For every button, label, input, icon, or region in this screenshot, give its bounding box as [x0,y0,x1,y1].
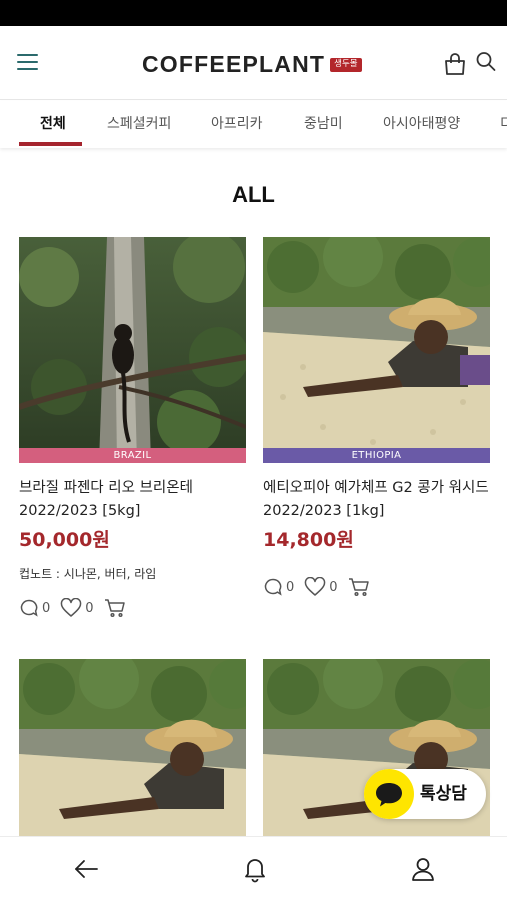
search-icon[interactable] [474,50,498,74]
status-bar [0,0,507,26]
chat-label: 톡상담 [420,784,467,804]
category-tabs: 전체 스페셜커피 아프리카 중남미 아시아태평양 디 [0,101,507,148]
tab-asia-pacific[interactable]: 아시아태평양 [383,101,460,148]
user-icon[interactable] [409,855,437,883]
product-image[interactable]: BRAZIL [19,237,246,463]
add-to-cart-button[interactable] [348,577,370,597]
comment-count: 0 [286,579,295,595]
kakaotalk-chat-icon [364,769,414,819]
like-count: 0 [329,579,338,595]
add-to-cart-button[interactable] [104,598,126,618]
cart-icon [348,578,369,597]
origin-label: BRAZIL [19,448,246,463]
like-button[interactable]: 0 [60,598,94,618]
bottom-navigation [0,836,507,900]
product-price: 50,000원 [19,529,110,551]
section-title: ALL [232,182,275,207]
tab-africa[interactable]: 아프리카 [211,101,263,148]
product-name[interactable]: 에티오피아 예가체프 G2 콩가 워시드 2022/2023 [1kg] [263,477,490,523]
product-actions: 0 0 [19,597,136,619]
shopping-bag-icon[interactable] [443,51,467,77]
product-actions: 0 0 [263,576,380,598]
cup-note: 컵노트 : 시나몬, 버터, 라임 [19,567,157,581]
active-tab-indicator [19,142,82,146]
comment-icon [264,578,282,596]
product-price: 14,800원 [263,529,354,551]
kakao-chat-button[interactable]: 톡상담 [364,769,486,819]
cart-icon [104,599,125,618]
app-header: COFFEEPLANT 생두몰 [0,26,507,100]
comment-count: 0 [42,600,51,616]
tab-all[interactable]: 전체 [40,101,66,148]
comment-icon [20,599,38,617]
tab-specialty-coffee[interactable]: 스페셜커피 [107,101,171,148]
hamburger-menu-icon[interactable] [14,50,42,74]
logo-badge: 생두몰 [330,58,362,72]
product-name[interactable]: 브라질 파젠다 리오 브리온테 2022/2023 [5kg] [19,477,246,523]
tab-more[interactable]: 디 [500,101,507,148]
tab-central-south-america[interactable]: 중남미 [304,101,343,148]
product-image[interactable] [19,659,246,836]
comment-button[interactable]: 0 [263,577,294,597]
site-logo[interactable]: COFFEEPLANT 생두몰 [142,49,362,79]
back-arrow-icon[interactable] [72,855,100,883]
origin-label: ETHIOPIA [263,448,490,463]
like-count: 0 [85,600,94,616]
product-image[interactable]: ETHIOPIA [263,237,490,463]
heart-icon [61,598,82,617]
logo-text: COFFEEPLANT [142,51,326,77]
comment-button[interactable]: 0 [19,598,50,618]
bell-icon[interactable] [241,855,269,883]
like-button[interactable]: 0 [304,577,338,597]
heart-icon [305,577,326,596]
